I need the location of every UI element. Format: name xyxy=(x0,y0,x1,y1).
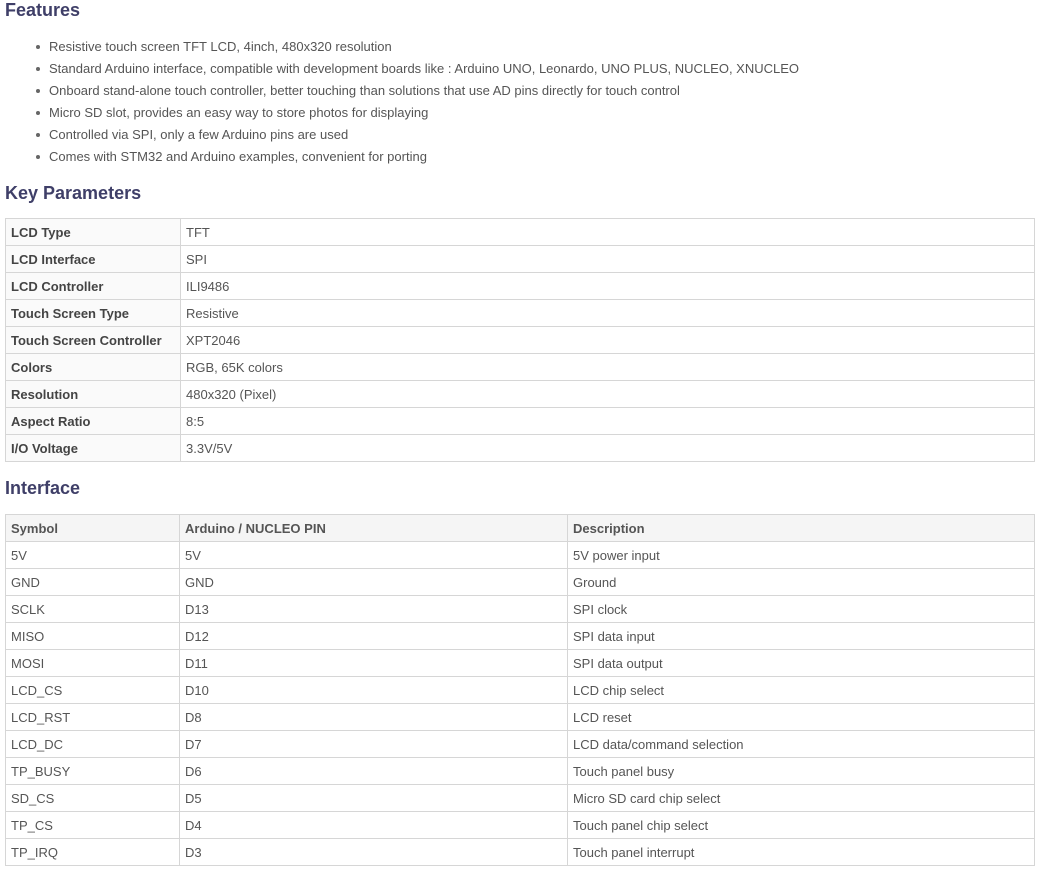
parameter-value: RGB, 65K colors xyxy=(180,353,1035,381)
parameter-value: 480x320 (Pixel) xyxy=(180,380,1035,408)
pin-cell: D5 xyxy=(179,784,568,812)
key-parameters-table: LCD Type TFT LCD Interface SPI LCD Contr… xyxy=(5,218,1035,462)
parameter-value: TFT xyxy=(180,218,1035,246)
parameter-name: Touch Screen Type xyxy=(5,299,181,327)
table-row: GND GND Ground xyxy=(5,568,1035,596)
pin-cell: D10 xyxy=(179,676,568,704)
table-row: SCLK D13 SPI clock xyxy=(5,595,1035,623)
description-cell: SPI data output xyxy=(567,649,1035,677)
column-header-description: Description xyxy=(567,514,1035,542)
key-parameters-heading: Key Parameters xyxy=(5,183,142,203)
interface-table: Symbol Arduino / NUCLEO PIN Description … xyxy=(5,514,1035,866)
table-row: LCD_RST D8 LCD reset xyxy=(5,703,1035,731)
pin-cell: D7 xyxy=(179,730,568,758)
feature-item: Comes with STM32 and Arduino examples, c… xyxy=(35,146,799,168)
pin-cell: 5V xyxy=(179,541,568,569)
parameter-value: SPI xyxy=(180,245,1035,273)
table-row: Touch Screen Controller XPT2046 xyxy=(5,326,1035,354)
features-heading: Features xyxy=(5,0,81,20)
description-cell: Touch panel chip select xyxy=(567,811,1035,839)
pin-cell: D3 xyxy=(179,838,568,866)
pin-cell: D8 xyxy=(179,703,568,731)
column-header-symbol: Symbol xyxy=(5,514,180,542)
symbol-cell: LCD_DC xyxy=(5,730,180,758)
document-page: Features Resistive touch screen TFT LCD,… xyxy=(0,0,1048,871)
pin-cell: D6 xyxy=(179,757,568,785)
parameter-name: LCD Controller xyxy=(5,272,181,300)
features-list: Resistive touch screen TFT LCD, 4inch, 4… xyxy=(0,36,799,168)
pin-cell: D12 xyxy=(179,622,568,650)
parameter-name: LCD Interface xyxy=(5,245,181,273)
symbol-cell: LCD_CS xyxy=(5,676,180,704)
description-cell: 5V power input xyxy=(567,541,1035,569)
symbol-cell: TP_CS xyxy=(5,811,180,839)
symbol-cell: LCD_RST xyxy=(5,703,180,731)
parameter-value: ILI9486 xyxy=(180,272,1035,300)
parameter-name: Resolution xyxy=(5,380,181,408)
parameter-value: XPT2046 xyxy=(180,326,1035,354)
description-cell: LCD reset xyxy=(567,703,1035,731)
table-row: TP_BUSY D6 Touch panel busy xyxy=(5,757,1035,785)
parameter-value: 3.3V/5V xyxy=(180,434,1035,462)
feature-item: Micro SD slot, provides an easy way to s… xyxy=(35,102,799,124)
feature-item: Resistive touch screen TFT LCD, 4inch, 4… xyxy=(35,36,799,58)
parameter-name: I/O Voltage xyxy=(5,434,181,462)
table-row: LCD Interface SPI xyxy=(5,245,1035,273)
table-row: MISO D12 SPI data input xyxy=(5,622,1035,650)
column-header-pin: Arduino / NUCLEO PIN xyxy=(179,514,568,542)
table-row: SD_CS D5 Micro SD card chip select xyxy=(5,784,1035,812)
table-row: Touch Screen Type Resistive xyxy=(5,299,1035,327)
table-header-row: Symbol Arduino / NUCLEO PIN Description xyxy=(5,514,1035,542)
pin-cell: D4 xyxy=(179,811,568,839)
table-row: Resolution 480x320 (Pixel) xyxy=(5,380,1035,408)
table-row: LCD_DC D7 LCD data/command selection xyxy=(5,730,1035,758)
table-row: LCD Controller ILI9486 xyxy=(5,272,1035,300)
description-cell: LCD chip select xyxy=(567,676,1035,704)
description-cell: SPI data input xyxy=(567,622,1035,650)
table-row: TP_CS D4 Touch panel chip select xyxy=(5,811,1035,839)
description-cell: Ground xyxy=(567,568,1035,596)
symbol-cell: MOSI xyxy=(5,649,180,677)
pin-cell: GND xyxy=(179,568,568,596)
description-cell: LCD data/command selection xyxy=(567,730,1035,758)
symbol-cell: SCLK xyxy=(5,595,180,623)
description-cell: Touch panel busy xyxy=(567,757,1035,785)
table-row: 5V 5V 5V power input xyxy=(5,541,1035,569)
parameter-name: LCD Type xyxy=(5,218,181,246)
description-cell: Micro SD card chip select xyxy=(567,784,1035,812)
table-row: Colors RGB, 65K colors xyxy=(5,353,1035,381)
symbol-cell: SD_CS xyxy=(5,784,180,812)
symbol-cell: TP_IRQ xyxy=(5,838,180,866)
parameter-name: Colors xyxy=(5,353,181,381)
table-row: LCD Type TFT xyxy=(5,218,1035,246)
symbol-cell: 5V xyxy=(5,541,180,569)
table-row: I/O Voltage 3.3V/5V xyxy=(5,434,1035,462)
pin-cell: D11 xyxy=(179,649,568,677)
table-row: MOSI D11 SPI data output xyxy=(5,649,1035,677)
table-row: LCD_CS D10 LCD chip select xyxy=(5,676,1035,704)
table-row: Aspect Ratio 8:5 xyxy=(5,407,1035,435)
interface-heading: Interface xyxy=(5,478,81,498)
feature-item: Standard Arduino interface, compatible w… xyxy=(35,58,799,80)
pin-cell: D13 xyxy=(179,595,568,623)
symbol-cell: GND xyxy=(5,568,180,596)
description-cell: Touch panel interrupt xyxy=(567,838,1035,866)
table-row: TP_IRQ D3 Touch panel interrupt xyxy=(5,838,1035,866)
description-cell: SPI clock xyxy=(567,595,1035,623)
feature-item: Controlled via SPI, only a few Arduino p… xyxy=(35,124,799,146)
feature-item: Onboard stand-alone touch controller, be… xyxy=(35,80,799,102)
parameter-name: Touch Screen Controller xyxy=(5,326,181,354)
parameter-name: Aspect Ratio xyxy=(5,407,181,435)
parameter-value: 8:5 xyxy=(180,407,1035,435)
symbol-cell: MISO xyxy=(5,622,180,650)
parameter-value: Resistive xyxy=(180,299,1035,327)
symbol-cell: TP_BUSY xyxy=(5,757,180,785)
